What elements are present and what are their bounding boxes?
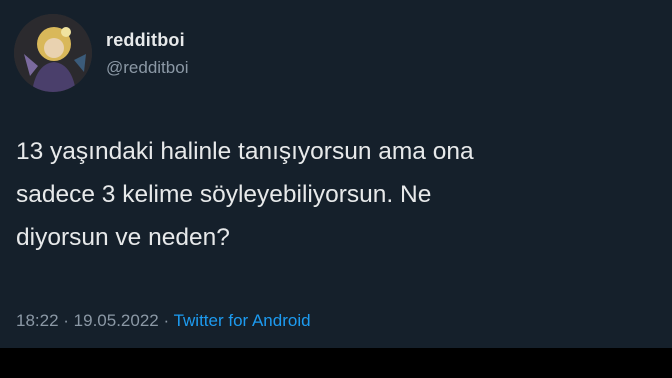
bottom-bar — [0, 348, 672, 378]
tweet-card: redditboi @redditboi 13 yaşındaki halinl… — [0, 0, 672, 348]
avatar[interactable] — [14, 14, 92, 92]
tweet-text-line: sadece 3 kelime söyleyebiliyorsun. Ne — [16, 181, 432, 208]
user-handle[interactable]: @redditboi — [106, 58, 188, 78]
tweet-text-line: diyorsun ve neden? — [16, 224, 230, 251]
display-name[interactable]: redditboi — [106, 30, 185, 51]
tweet-date[interactable]: 19.05.2022 — [74, 311, 159, 330]
tweet-text: 13 yaşındaki halinle tanışıyorsun ama on… — [16, 130, 656, 259]
tweet-time[interactable]: 18:22 — [16, 311, 59, 330]
tweet-metadata: 18:22 · 19.05.2022 · Twitter for Android — [16, 311, 311, 331]
tweet-source-link[interactable]: Twitter for Android — [174, 311, 311, 330]
meta-separator: · — [58, 311, 74, 330]
meta-separator: · — [158, 311, 174, 330]
tweet-text-line: 13 yaşındaki halinle tanışıyorsun ama on… — [16, 138, 474, 165]
avatar-image — [14, 14, 92, 92]
